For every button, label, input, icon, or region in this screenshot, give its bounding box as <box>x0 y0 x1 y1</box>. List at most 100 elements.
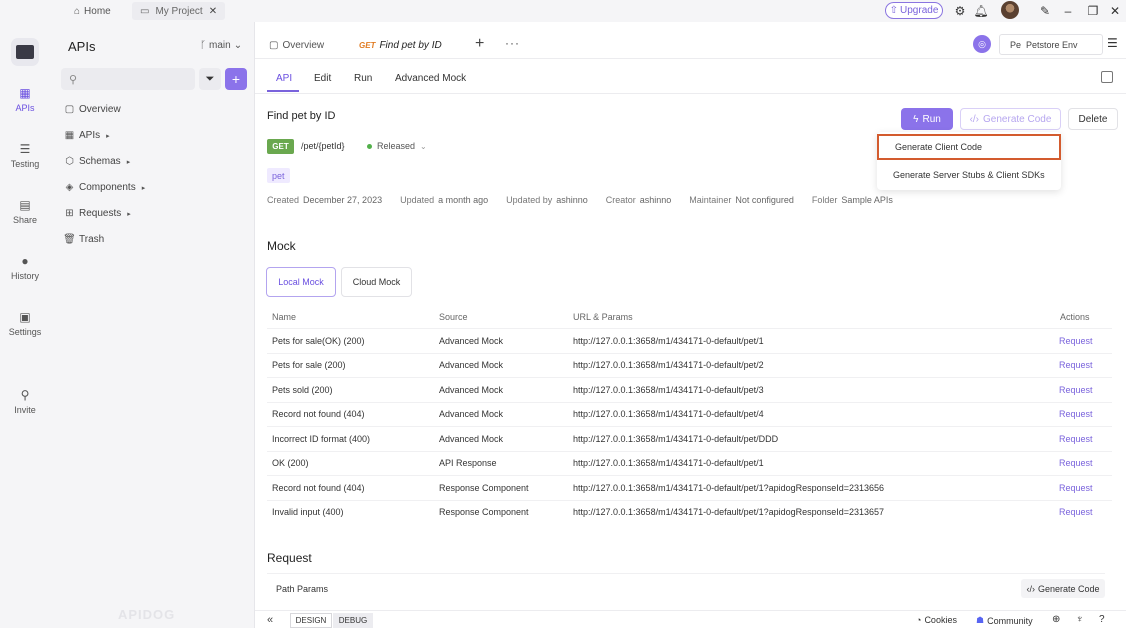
request-link[interactable]: Request <box>1059 507 1093 517</box>
row-source: Advanced Mock <box>439 409 504 420</box>
home-tab[interactable]: ⌂ Home <box>74 3 111 19</box>
minimize-icon[interactable]: – <box>1060 3 1076 19</box>
request-link[interactable]: Request <box>1059 483 1093 493</box>
sub-tabs: API Edit Run Advanced Mock <box>255 67 1126 93</box>
environment-select[interactable]: Pe Petstore Env <box>999 34 1103 55</box>
rail-item-settings[interactable]: ▣ Settings <box>0 310 50 337</box>
bell-icon[interactable]: 🔔︎ <box>973 3 989 19</box>
help-icon[interactable]: ? <box>1099 614 1105 625</box>
request-link[interactable]: Request <box>1059 385 1093 395</box>
request-link[interactable]: Request <box>1059 336 1093 346</box>
request-link[interactable]: Request <box>1059 409 1093 419</box>
sidebar-item-components[interactable]: ◈ Components ▸ <box>64 182 146 193</box>
more-icon[interactable]: ··· <box>505 36 520 50</box>
side-panel-icon[interactable] <box>1101 71 1113 83</box>
search-icon: ⚲ <box>69 73 78 86</box>
run-button[interactable]: ϟ Run <box>901 108 953 130</box>
rail-item-testing[interactable]: ☰ Testing <box>0 142 50 169</box>
sidebar-item-label: Schemas <box>79 156 121 167</box>
tab-local-mock[interactable]: Local Mock <box>266 267 336 297</box>
design-mode-button[interactable]: DESIGN <box>290 613 332 628</box>
close-icon[interactable]: ✕ <box>1107 3 1123 19</box>
row-source: Advanced Mock <box>439 360 504 371</box>
chevron-down-icon: ⌄ <box>420 141 427 151</box>
pin-icon[interactable]: ✎ <box>1037 3 1053 19</box>
settings-icon[interactable]: ⚙ <box>952 3 968 19</box>
main-panel: ▢ Overview GET Find pet by ID + ··· ◎ Pe… <box>255 22 1126 628</box>
shirt-icon[interactable]: ♆ <box>1076 614 1084 625</box>
row-url[interactable]: http://127.0.0.1:3658/m1/434171-0-defaul… <box>573 409 764 419</box>
tab-run[interactable]: Run <box>354 73 372 84</box>
meta-key: Folder <box>811 195 838 205</box>
rail-item-apis[interactable]: ▦ APIs <box>0 86 50 113</box>
menu-item-generate-server-stubs[interactable]: Generate Server Stubs & Client SDKs <box>877 162 1061 188</box>
avatar[interactable] <box>1001 1 1019 19</box>
row-url[interactable]: http://127.0.0.1:3658/m1/434171-0-defaul… <box>573 336 764 346</box>
tab-cloud-mock[interactable]: Cloud Mock <box>341 267 412 297</box>
project-label: My Project <box>155 5 203 17</box>
row-name: Invalid input (400) <box>272 507 344 518</box>
sidebar-item-requests[interactable]: ⊞ Requests ▸ <box>64 208 130 219</box>
add-button[interactable]: + <box>225 68 247 90</box>
tab-edit[interactable]: Edit <box>314 73 331 84</box>
row-url[interactable]: http://127.0.0.1:3658/m1/434171-0-defaul… <box>573 507 884 517</box>
request-link[interactable]: Request <box>1059 434 1093 444</box>
components-icon: ◈ <box>65 182 74 193</box>
meta-key: Maintainer <box>689 195 732 205</box>
upload-icon[interactable]: ⊕ <box>1052 614 1060 625</box>
table-row: Pets for sale (200) Advanced Mock http:/… <box>267 352 1112 378</box>
filter-button[interactable]: ⏷ <box>199 68 221 90</box>
sidebar-item-overview[interactable]: ▢ Overview <box>64 104 121 115</box>
table-row: Pets sold (200) Advanced Mock http://127… <box>267 377 1112 402</box>
apis-icon: ▦ <box>64 130 75 141</box>
row-url[interactable]: http://127.0.0.1:3658/m1/434171-0-defaul… <box>573 360 764 370</box>
menu-item-generate-client-code[interactable]: Generate Client Code <box>877 134 1061 160</box>
tab-find-pet[interactable]: GET Find pet by ID <box>351 32 465 60</box>
generate-code-button[interactable]: ‹/› Generate Code <box>960 108 1061 130</box>
branch-selector[interactable]: ᚴ main ⌄ <box>200 40 242 51</box>
cookies-button[interactable]: ◔ Cookies <box>916 615 957 625</box>
chevron-down-icon: ⌄ <box>233 40 243 51</box>
community-button[interactable]: ☗ Community <box>976 615 1033 626</box>
row-url[interactable]: http://127.0.0.1:3658/m1/434171-0-defaul… <box>573 483 884 493</box>
request-link[interactable]: Request <box>1059 458 1093 468</box>
meta-creator: Creator ashinno <box>606 195 672 205</box>
sidebar-item-schemas[interactable]: ⬡ Schemas ▸ <box>64 156 130 167</box>
row-name: Record not found (404) <box>272 482 365 493</box>
delete-button[interactable]: Delete <box>1068 108 1118 130</box>
sidebar-title: APIs <box>68 39 96 54</box>
row-url[interactable]: http://127.0.0.1:3658/m1/434171-0-defaul… <box>573 458 764 468</box>
invite-icon: ⚲ <box>20 388 30 402</box>
sidebar-item-apis[interactable]: ▦ APIs ▸ <box>64 130 110 141</box>
generate-code-small-button[interactable]: ‹/› Generate Code <box>1021 579 1105 598</box>
upgrade-button[interactable]: ⇧ Upgrade <box>885 2 943 19</box>
restore-icon[interactable]: ❐ <box>1085 3 1101 19</box>
upgrade-label: Upgrade <box>900 5 939 16</box>
row-url[interactable]: http://127.0.0.1:3658/m1/434171-0-defaul… <box>573 434 778 444</box>
menu-icon[interactable]: ☰ <box>1107 36 1118 50</box>
rail-item-share[interactable]: ▤ Share <box>0 198 50 225</box>
environment-icon[interactable]: ◎ <box>973 35 991 53</box>
collapse-icon[interactable]: « <box>267 614 273 626</box>
sidebar-item-trash[interactable]: 🗑︎ Trash <box>63 234 104 245</box>
request-heading: Request <box>267 551 312 565</box>
request-link[interactable]: Request <box>1059 360 1093 370</box>
tab-api[interactable]: API <box>276 73 292 84</box>
row-url[interactable]: http://127.0.0.1:3658/m1/434171-0-defaul… <box>573 385 764 395</box>
debug-mode-button[interactable]: DEBUG <box>333 613 373 628</box>
project-tab[interactable]: ▭ My Project ✕ <box>132 2 226 20</box>
search-box[interactable]: ⚲ <box>61 68 195 90</box>
tab-advanced-mock[interactable]: Advanced Mock <box>395 73 466 84</box>
rail-item-history[interactable]: ● History <box>0 254 50 281</box>
status-select[interactable]: Released ⌄ <box>367 141 427 151</box>
rail-item-invite[interactable]: ⚲ Invite <box>0 388 50 415</box>
project-logo[interactable] <box>11 38 39 66</box>
title-bar: ⌂ Home ▭ My Project ✕ ⇧ Upgrade ⚙ 🔔︎ ✎ –… <box>0 0 1126 22</box>
tab-label: Overview <box>282 40 325 51</box>
tab-overview[interactable]: ▢ Overview <box>269 40 324 51</box>
new-tab-button[interactable]: + <box>475 35 484 53</box>
close-tab-icon[interactable]: ✕ <box>209 6 217 17</box>
meta-value: Sample APIs <box>841 195 893 205</box>
rail-label: Share <box>12 215 38 225</box>
search-input[interactable] <box>81 73 182 85</box>
